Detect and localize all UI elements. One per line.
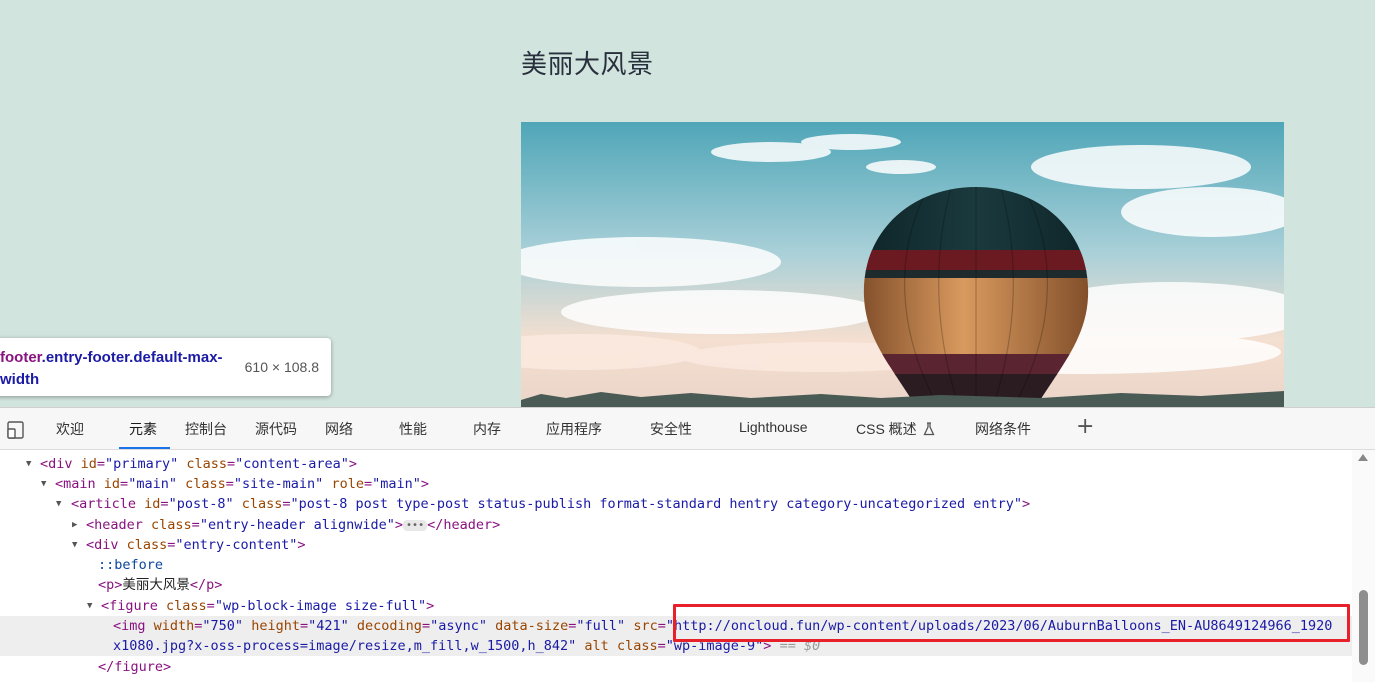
scroll-up-arrow-icon[interactable] (1358, 454, 1368, 461)
tooltip-selector-tag: footer (0, 349, 42, 366)
dom-node-div-primary[interactable]: ▼ <div id="primary" class="content-area"… (0, 454, 1352, 474)
collapsed-content-ellipsis[interactable]: ••• (403, 520, 428, 531)
dom-tree-scrollbar[interactable] (1352, 450, 1375, 682)
expanded-triangle-icon[interactable]: ▼ (41, 474, 46, 494)
element-inspect-tooltip: footer.entry-footer.default-max-width 61… (0, 338, 331, 396)
experiment-flask-icon (923, 422, 935, 439)
expanded-triangle-icon[interactable]: ▼ (87, 596, 92, 616)
tab-sources[interactable]: 源代码 (255, 419, 297, 439)
scrollbar-thumb[interactable] (1359, 590, 1368, 665)
dom-node-paragraph[interactable]: <p>美丽大风景</p> (0, 575, 1352, 595)
expanded-triangle-icon[interactable]: ▼ (56, 494, 61, 514)
dom-node-header[interactable]: ▶ <header class="entry-header alignwide"… (0, 515, 1352, 535)
tab-lighthouse[interactable]: Lighthouse (739, 419, 808, 435)
devtools-tab-bar: 欢迎 元素 控制台 源代码 网络 性能 内存 应用程序 安全性 Lighthou… (0, 408, 1375, 450)
more-tools-plus-icon[interactable]: + (1076, 414, 1094, 439)
tab-security[interactable]: 安全性 (650, 419, 692, 439)
tab-application[interactable]: 应用程序 (546, 419, 602, 439)
tab-network-conditions[interactable]: 网络条件 (975, 419, 1031, 439)
dom-node-main[interactable]: ▼ <main id="main" class="site-main" role… (0, 474, 1352, 494)
tab-welcome[interactable]: 欢迎 (56, 419, 84, 439)
tab-css-overview-label: CSS 概述 (856, 421, 917, 437)
expanded-triangle-icon[interactable]: ▼ (26, 454, 31, 474)
tab-memory[interactable]: 内存 (473, 419, 501, 439)
img-src-link-continued[interactable]: x1080.jpg?x-oss-process=image/resize,m_f… (113, 638, 576, 654)
tooltip-size: 610 × 108.8 (244, 359, 319, 375)
dom-tree: ▼ <div id="primary" class="content-area"… (0, 450, 1352, 682)
tooltip-selector: footer.entry-footer.default-max-width (0, 347, 226, 391)
active-tab-indicator (119, 447, 170, 449)
dom-node-article[interactable]: ▼ <article id="post-8" class="post-8 pos… (0, 494, 1352, 514)
tab-css-overview[interactable]: CSS 概述 (856, 419, 935, 439)
dom-node-figure-close[interactable]: </figure> (0, 657, 1352, 677)
tab-network[interactable]: 网络 (325, 419, 353, 439)
dom-node-entry-content[interactable]: ▼ <div class="entry-content"> (0, 535, 1352, 555)
tab-console[interactable]: 控制台 (185, 419, 227, 439)
post-title: 美丽大风景 (521, 50, 654, 80)
dom-node-before-pseudo[interactable]: ::before (0, 555, 1352, 575)
tab-performance[interactable]: 性能 (399, 419, 427, 439)
device-emulation-icon[interactable] (6, 420, 26, 440)
tab-elements[interactable]: 元素 (129, 419, 157, 439)
hot-air-balloon-image (521, 122, 1284, 407)
src-url-highlight-annotation (673, 604, 1350, 642)
collapsed-triangle-icon[interactable]: ▶ (72, 515, 77, 535)
expanded-triangle-icon[interactable]: ▼ (72, 535, 77, 555)
